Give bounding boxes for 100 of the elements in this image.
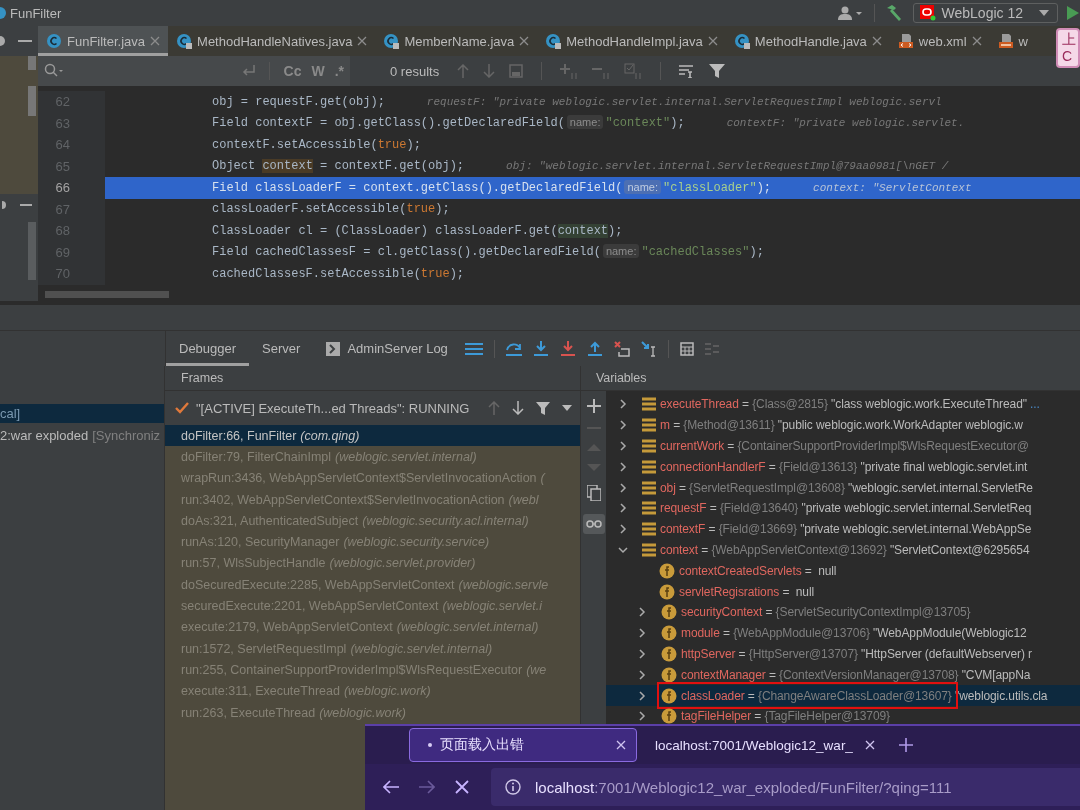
code-line: classLoaderF.setAccessible(true); (212, 202, 450, 217)
variable-item[interactable]: m = {Method@13611} "public weblogic.work.WorkAdapter weblogic.w (606, 414, 1080, 436)
scrollbar-thumb[interactable] (28, 56, 36, 70)
tooltip: 上 C (1056, 28, 1080, 68)
class-icon (46, 33, 62, 49)
calculator-icon[interactable] (679, 341, 694, 356)
browser-tab[interactable]: 页面载入出错 (409, 728, 637, 762)
variable-item[interactable]: securityContext = {ServletSecurityContextImpl@13705} (606, 601, 1080, 623)
variable-item[interactable]: context = {WebAppServletContext@13692} "ServletContext@6295654 (606, 539, 1080, 561)
variable-item[interactable]: httpServer = {HttpServer@13707} "HttpServer (defaultWebserver) r (606, 643, 1080, 665)
stop-icon[interactable] (455, 780, 469, 794)
close-icon[interactable] (616, 740, 626, 750)
editor-tab[interactable]: FunFilter.java (38, 26, 169, 56)
code-line: Field classLoaderF = context.getClass().getDeclaredField( name: "classLoader"); (212, 180, 772, 195)
inline-value: requestF: "private weblogic.servlet.internal.ServletRequestImpl weblogic.servl (426, 95, 942, 108)
step-into-icon[interactable] (532, 340, 549, 357)
info-icon (505, 779, 521, 795)
locked-class-icon (176, 33, 193, 49)
variable-item[interactable]: requestF = {Field@13640} "private weblogic.servlet.internal.ServletReq (606, 498, 1080, 519)
frame-item[interactable]: doFilter:66, FunFilter (com.qing) (165, 425, 580, 447)
stack-icon (642, 522, 656, 537)
variable-item[interactable]: contextManager = {ContextVersionManager@13708} "CVM[appNa (606, 664, 1080, 686)
force-step-into-icon[interactable] (559, 340, 576, 357)
menu-icon[interactable] (464, 341, 483, 356)
editor-tab[interactable]: w (989, 26, 1036, 56)
editor-tab[interactable]: MethodHandle.java (725, 26, 890, 56)
code-line: Field cachedClassesF = cl.getClass().getDeclaredField( name: "cachedClasses"); (212, 245, 764, 260)
scrollbar-thumb[interactable] (45, 291, 169, 298)
scrollbar-thumb[interactable] (28, 86, 36, 116)
variable-item[interactable]: currentWork = {ContainerSupportProviderImpl$WlsRequestExecutor@ (606, 435, 1080, 457)
code-line: Field contextF = obj.getClass().getDeclaredField( name: "context"); (212, 116, 685, 131)
drop-frame-icon[interactable] (613, 340, 630, 357)
run-icon[interactable] (1066, 5, 1080, 21)
editor-tab[interactable]: MethodHandleImpl.java (537, 26, 726, 56)
user-dropdown-icon[interactable] (837, 5, 864, 21)
stack-icon (642, 397, 656, 412)
inline-value: context: "ServletContext (813, 181, 972, 194)
scrollbar-thumb[interactable] (28, 222, 36, 280)
code-line: Object context = contextF.get(obj); (212, 159, 465, 174)
line-number: 66 (38, 177, 105, 199)
variable-item[interactable]: obj = {ServletRequestImpl@13608} "weblogic.servlet.internal.ServletRe (606, 477, 1080, 498)
jsp-file-icon (997, 33, 1014, 49)
browser-tab[interactable]: localhost:7001/Weblogic12_war_ (651, 728, 885, 762)
stack-icon (642, 439, 656, 453)
run-configuration-dropdown[interactable]: WebLogic 12 (912, 3, 1058, 23)
step-over-icon[interactable] (505, 341, 522, 356)
stack-icon (642, 480, 656, 495)
code-line: obj = requestF.get(obj); (212, 94, 385, 109)
field-icon (659, 562, 675, 579)
stack-icon (642, 418, 656, 433)
caret-icon[interactable] (562, 405, 573, 411)
filter-icon[interactable] (536, 401, 551, 415)
stack-icon (642, 501, 656, 516)
new-tab-icon[interactable] (898, 738, 913, 752)
minimize-icon[interactable] (18, 39, 32, 43)
variable-item[interactable]: connectionHandlerF = {Field@13613} "private final weblogic.servlet.int (606, 456, 1080, 478)
step-out-icon[interactable] (586, 340, 603, 357)
field-icon (661, 604, 677, 621)
service-item[interactable]: 2:war exploded [Synchroniz (0, 426, 164, 445)
editor-tab[interactable]: MethodHandleNatives.java (168, 26, 376, 56)
editor-tab[interactable]: MemberName.java (375, 26, 538, 56)
results-count: 0 results (390, 63, 440, 79)
variable-item[interactable]: tagFileHelper = {TagFileHelper@13709} (606, 705, 1080, 727)
window-title: FunFilter (10, 5, 62, 21)
locked-class-icon (383, 33, 400, 49)
variable-item[interactable]: contextCreatedServlets = null (606, 560, 1080, 582)
close-icon[interactable] (864, 740, 875, 750)
variable-item[interactable]: executeThread = {Class@2815} "class weblogic.work.ExecuteThread" ... (606, 394, 1080, 415)
editor-tab[interactable]: web.xml (889, 26, 990, 56)
variable-item[interactable]: servletRegisrations = null (606, 581, 1080, 602)
address-bar[interactable]: localhost:7001/Weblogic12_war_exploded/FunFilter/?qing=111 (491, 768, 1080, 806)
copy-icon[interactable] (586, 485, 601, 501)
search-icon (44, 63, 64, 79)
check-icon (175, 402, 189, 414)
variable-item[interactable]: contextF = {Field@13669} "private weblogic.servlet.internal.WebAppSe (606, 518, 1080, 540)
console-icon (326, 341, 341, 356)
inline-value: contextF: "private weblogic.servlet. (726, 117, 965, 130)
field-icon (661, 708, 677, 725)
back-icon[interactable] (383, 780, 399, 794)
app-icon (0, 6, 6, 20)
stack-icon (642, 459, 656, 474)
forward-icon[interactable] (419, 780, 435, 794)
field-icon (661, 645, 677, 662)
tool-tab[interactable]: Server (249, 331, 314, 366)
down-arrow-icon[interactable] (512, 401, 525, 415)
run-to-cursor-icon[interactable] (640, 340, 657, 357)
code-line: cachedClassesF.setAccessible(true); (212, 266, 465, 281)
minimize-icon[interactable] (20, 203, 32, 207)
tool-tab[interactable]: AdminServer Log (313, 331, 461, 366)
field-icon (661, 687, 677, 704)
field-icon (661, 666, 677, 683)
service-item[interactable]: cal] (0, 404, 164, 423)
add-icon[interactable] (586, 399, 601, 413)
panel-title: Frames (165, 366, 580, 391)
format-icon[interactable] (679, 64, 696, 78)
watches-toggle[interactable] (582, 514, 605, 534)
filter-icon[interactable] (709, 63, 726, 79)
variable-item[interactable]: module = {WebAppModule@13706} "WebAppModule(Weblogic12 (606, 622, 1080, 644)
server-icon (919, 5, 936, 21)
locked-class-icon (545, 33, 562, 49)
